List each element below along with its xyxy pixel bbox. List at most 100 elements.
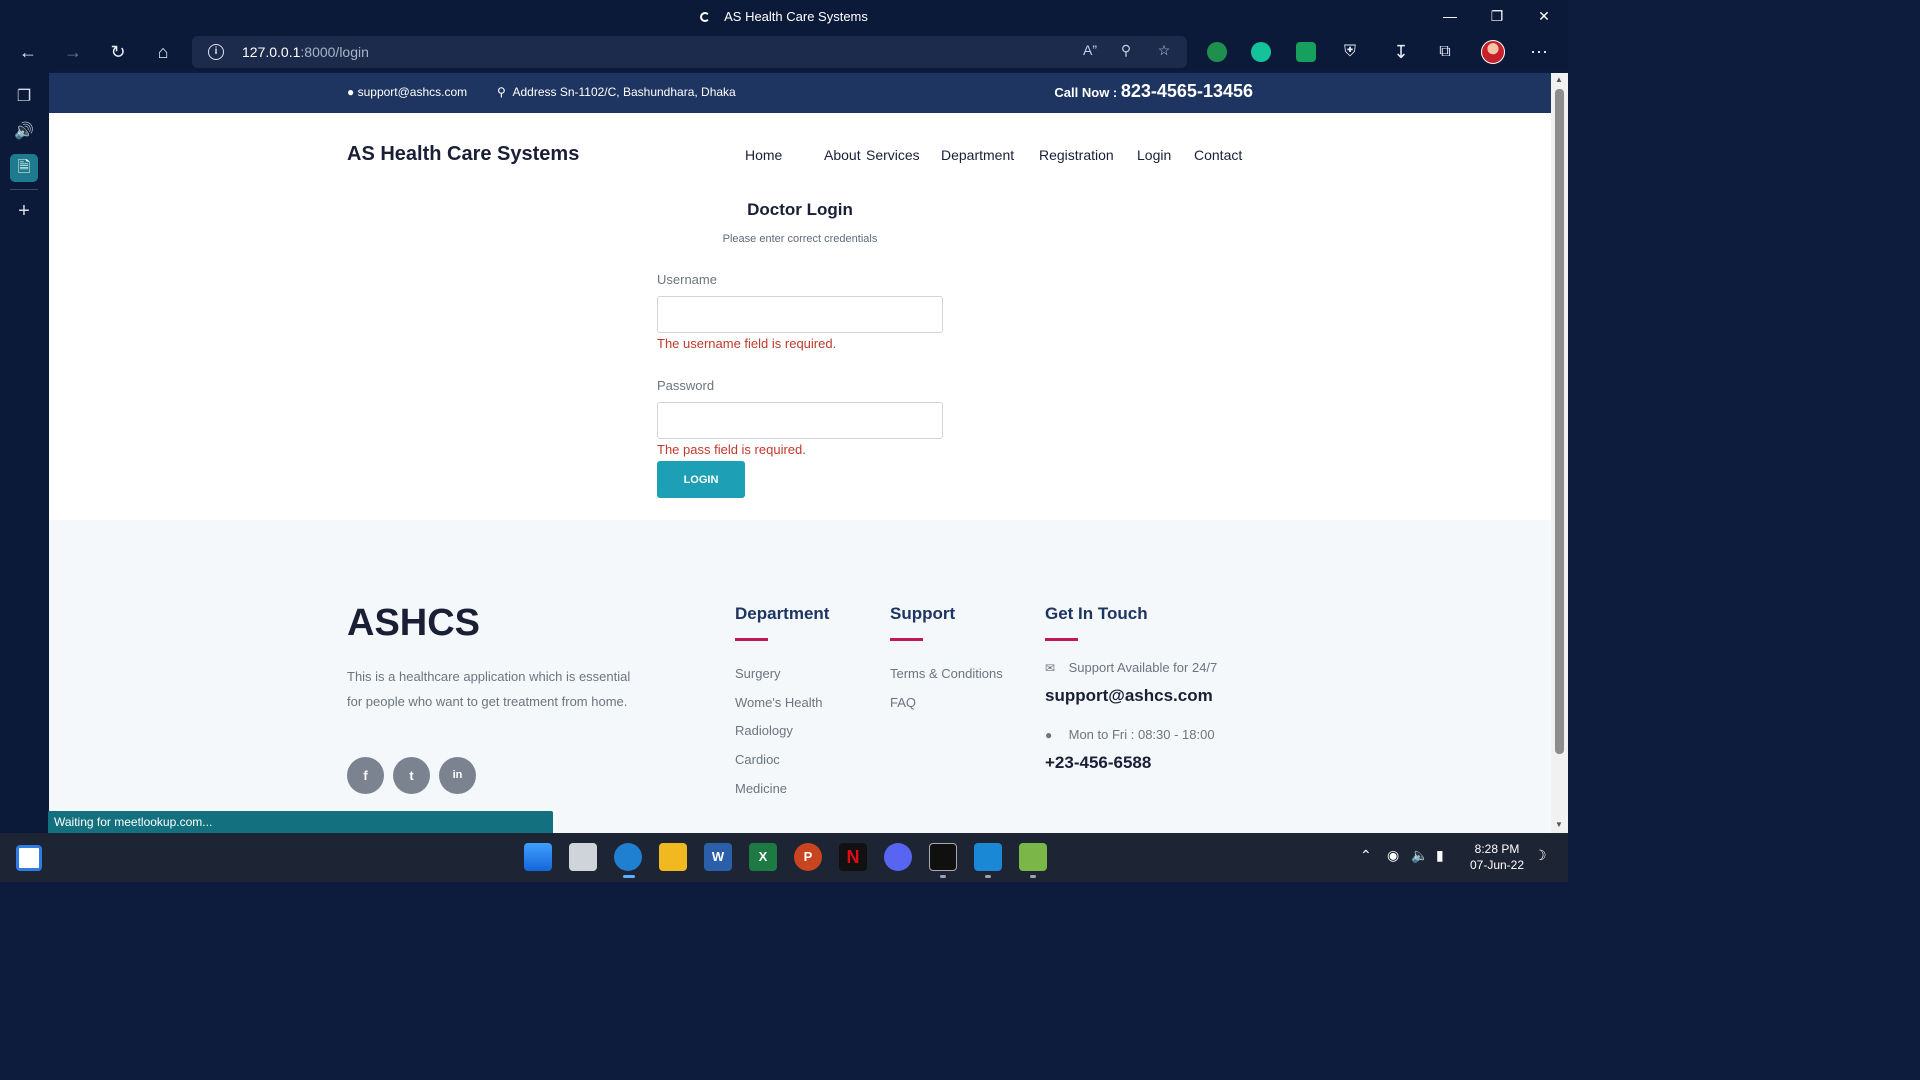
new-tab-icon[interactable]: + <box>10 197 38 225</box>
footer-link-terms[interactable]: Terms & Conditions <box>890 666 1003 681</box>
nav-login[interactable]: Login <box>1137 147 1171 163</box>
support-underline <box>890 638 923 641</box>
start-icon[interactable] <box>524 843 552 871</box>
window-titlebar: AS Health Care Systems — ❐ ✕ <box>0 0 1568 33</box>
browser-toolbar: ← → ↻ ⌂ i 127.0.0.1:8000/login A” ⚲ ☆ ⛨ … <box>0 33 1568 71</box>
login-subtitle: Please enter correct credentials <box>722 233 878 245</box>
footer-link-medicine[interactable]: Medicine <box>735 781 787 796</box>
zoom-out-icon[interactable]: ⚲ <box>1115 42 1137 62</box>
windows-taskbar: W X P N ⌃ ◉ 🔈 ▮ 8:28 PM 07-Jun-22 ☽ <box>0 833 1568 882</box>
discord-icon[interactable] <box>884 843 912 871</box>
password-label: Password <box>657 378 715 393</box>
grammarly-icon[interactable] <box>1251 42 1271 62</box>
footer-contact-heading: Get In Touch <box>1045 604 1148 623</box>
site-info-icon[interactable]: i <box>208 44 224 60</box>
terminal-icon[interactable] <box>929 843 957 871</box>
widgets-icon[interactable] <box>16 845 42 871</box>
call-label: Call Now : <box>1054 85 1121 100</box>
footer-link-radiology[interactable]: Radiology <box>735 723 793 738</box>
contact-topbar: ● support@ashcs.com ⚲ Address Sn-1102/C,… <box>49 73 1551 113</box>
vscode-icon[interactable] <box>974 843 1002 871</box>
wifi-icon[interactable]: ◉ <box>1387 847 1399 864</box>
topbar-email-text: support@ashcs.com <box>357 85 468 99</box>
focus-assist-icon[interactable]: ☽ <box>1534 847 1547 864</box>
image-app-icon[interactable] <box>1019 843 1047 871</box>
support-note-text: Support Available for 24/7 <box>1068 660 1218 675</box>
url-text[interactable]: 127.0.0.1:8000/login <box>242 44 369 60</box>
excel-icon[interactable]: X <box>749 843 777 871</box>
browser-sidebar: ❐ 🔊 🗎 + <box>0 71 49 833</box>
site-brand[interactable]: AS Health Care Systems <box>347 143 579 166</box>
footer-link-surgery[interactable]: Surgery <box>735 666 781 681</box>
nav-services[interactable]: Services <box>866 147 920 163</box>
address-bar[interactable]: i 127.0.0.1:8000/login A” ⚲ ☆ <box>192 36 1187 68</box>
scroll-up-icon[interactable]: ▲ <box>1555 75 1563 84</box>
scrollbar-thumb[interactable] <box>1555 89 1564 754</box>
extension-check-icon[interactable] <box>1296 42 1316 62</box>
profile-avatar[interactable] <box>1481 40 1505 64</box>
username-input[interactable] <box>657 296 943 333</box>
read-aloud-icon[interactable]: A” <box>1079 42 1101 62</box>
office-hours: ● Mon to Fri : 08:30 - 18:00 <box>1045 727 1215 742</box>
twitter-icon[interactable]: t <box>393 757 430 794</box>
call-number[interactable]: 823-4565-13456 <box>1121 81 1253 101</box>
tab-actions-icon[interactable]: ❐ <box>10 83 38 111</box>
linkedin-icon[interactable]: in <box>439 757 476 794</box>
footer-support-heading: Support <box>890 604 956 623</box>
clock-date: 07-Jun-22 <box>1469 858 1525 872</box>
page-viewport: ● support@ashcs.com ⚲ Address Sn-1102/C,… <box>49 73 1551 833</box>
window-title-area: AS Health Care Systems <box>0 9 1568 24</box>
login-button[interactable]: LOGIN <box>657 461 745 498</box>
support-agent-icon: ● <box>1045 728 1053 742</box>
support-note: ✉ Support Available for 24/7 <box>1045 660 1217 675</box>
battery-icon[interactable]: ▮ <box>1436 847 1444 864</box>
netflix-icon[interactable]: N <box>839 843 867 871</box>
edge-icon[interactable] <box>614 843 642 871</box>
footer-email[interactable]: support@ashcs.com <box>1045 686 1213 706</box>
powerpoint-icon[interactable]: P <box>794 843 822 871</box>
add-favorite-icon[interactable]: ☆ <box>1153 42 1175 62</box>
tray-overflow-icon[interactable]: ⌃ <box>1360 847 1372 864</box>
nav-home[interactable]: Home <box>745 147 782 163</box>
collections-icon[interactable]: ⧉ <box>1430 38 1460 66</box>
audio-icon[interactable]: 🔊 <box>10 118 38 146</box>
more-menu-icon[interactable]: ⋯ <box>1524 38 1554 66</box>
footer-phone[interactable]: +23-456-6588 <box>1045 753 1151 773</box>
facebook-icon[interactable]: f <box>347 757 384 794</box>
home-button[interactable]: ⌂ <box>148 38 178 66</box>
mail-icon: ✉ <box>1045 661 1056 675</box>
username-label: Username <box>657 272 717 287</box>
refresh-button[interactable]: ↻ <box>103 38 133 66</box>
nav-registration[interactable]: Registration <box>1039 147 1114 163</box>
extension-shield-icon[interactable] <box>1207 42 1227 62</box>
taskbar-clock[interactable]: 8:28 PM 07-Jun-22 <box>1466 841 1528 873</box>
nav-about[interactable]: About <box>824 147 861 163</box>
browser-status-bar: Waiting for meetlookup.com... <box>48 811 553 833</box>
task-view-icon[interactable] <box>569 843 597 871</box>
topbar-email[interactable]: ● support@ashcs.com <box>347 85 467 99</box>
forward-button[interactable]: → <box>58 38 88 66</box>
restore-button[interactable]: ❐ <box>1477 5 1517 27</box>
password-input[interactable] <box>657 402 943 439</box>
minimize-button[interactable]: — <box>1430 5 1470 27</box>
footer-about: This is a healthcare application which i… <box>347 669 631 709</box>
file-explorer-icon[interactable] <box>659 843 687 871</box>
url-path: :8000/login <box>300 44 369 60</box>
downloads-icon[interactable]: ↧ <box>1386 38 1416 66</box>
scroll-down-icon[interactable]: ▼ <box>1555 820 1563 829</box>
back-button[interactable]: ← <box>13 38 43 66</box>
nav-contact[interactable]: Contact <box>1194 147 1242 163</box>
footer-link-faq[interactable]: FAQ <box>890 695 916 710</box>
current-tab-icon[interactable]: 🗎 <box>10 154 38 182</box>
brave-shield-icon[interactable]: ⛨ <box>1335 38 1365 66</box>
password-error: The pass field is required. <box>657 442 806 457</box>
window-title: AS Health Care Systems <box>724 9 868 24</box>
page-scrollbar[interactable]: ▲ ▼ <box>1551 73 1568 833</box>
volume-icon[interactable]: 🔈 <box>1411 847 1428 864</box>
close-button[interactable]: ✕ <box>1524 5 1564 27</box>
footer-link-cardioc[interactable]: Cardioc <box>735 752 780 767</box>
nav-department[interactable]: Department <box>941 147 1014 163</box>
footer-link-womens-health[interactable]: Wome's Health <box>735 695 823 710</box>
sidebar-divider <box>10 189 38 190</box>
word-icon[interactable]: W <box>704 843 732 871</box>
